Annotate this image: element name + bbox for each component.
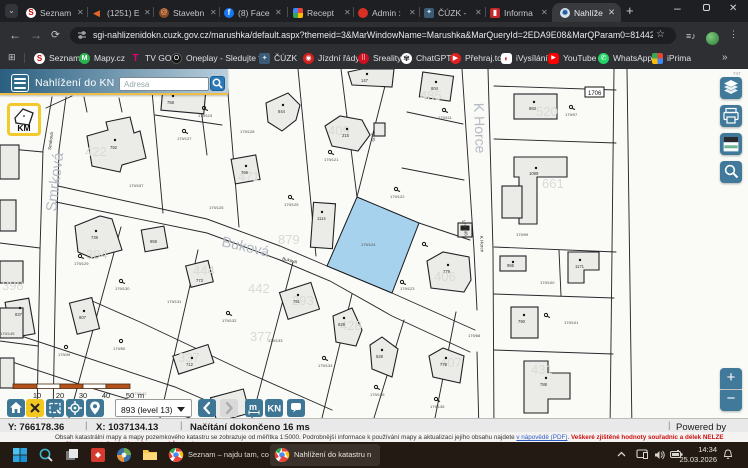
svg-text:179/121: 179/121 — [324, 157, 339, 162]
svg-text:791: 791 — [293, 299, 301, 304]
svg-text:179/145: 179/145 — [0, 331, 15, 336]
svg-text:442: 442 — [248, 281, 270, 296]
svg-text:179/50: 179/50 — [113, 346, 126, 351]
svg-text:828: 828 — [376, 354, 384, 359]
svg-text:179/127: 179/127 — [177, 136, 192, 141]
svg-text:147: 147 — [361, 78, 369, 83]
svg-text:959: 959 — [150, 239, 158, 244]
svg-text:766: 766 — [241, 170, 249, 175]
svg-text:807: 807 — [79, 315, 87, 320]
svg-text:179/122: 179/122 — [390, 194, 405, 199]
svg-text:179/129: 179/129 — [74, 261, 89, 266]
svg-text:179/126: 179/126 — [209, 205, 224, 210]
svg-text:1171: 1171 — [575, 264, 585, 269]
svg-text:661: 661 — [542, 176, 564, 191]
svg-text:394: 394 — [86, 247, 108, 262]
svg-text:804: 804 — [431, 86, 439, 91]
svg-text:179/125: 179/125 — [284, 202, 299, 207]
svg-text:179/135: 179/135 — [370, 392, 385, 397]
svg-text:520: 520 — [536, 104, 558, 119]
svg-text:712: 712 — [186, 362, 194, 367]
svg-text:179/134: 179/134 — [318, 363, 333, 368]
svg-text:179/101: 179/101 — [564, 320, 579, 325]
svg-text:K Horce: K Horce — [471, 103, 489, 154]
svg-text:1099: 1099 — [529, 171, 539, 176]
svg-text:179/111: 179/111 — [438, 115, 453, 120]
svg-text:431: 431 — [531, 362, 553, 377]
svg-text:179/99: 179/99 — [516, 232, 529, 237]
svg-text:179/128: 179/128 — [240, 129, 255, 134]
svg-text:179/68: 179/68 — [468, 333, 481, 338]
svg-text:179/136: 179/136 — [430, 404, 445, 409]
svg-text:844: 844 — [278, 109, 286, 114]
svg-text:883: 883 — [529, 106, 537, 111]
svg-text:179/157: 179/157 — [129, 183, 144, 188]
svg-text:444: 444 — [193, 263, 215, 278]
svg-text:739: 739 — [91, 235, 99, 240]
svg-text:1706: 1706 — [588, 91, 602, 97]
svg-text:215: 215 — [342, 133, 350, 138]
svg-text:790: 790 — [518, 319, 526, 324]
svg-text:179/49: 179/49 — [58, 352, 71, 357]
svg-text:179/124: 179/124 — [361, 242, 376, 247]
svg-text:778: 778 — [440, 362, 448, 367]
svg-text:879: 879 — [278, 232, 300, 247]
svg-text:792: 792 — [110, 145, 118, 150]
svg-text:747: 747 — [733, 71, 741, 76]
svg-text:179/97: 179/97 — [565, 112, 578, 117]
svg-text:179/133: 179/133 — [268, 338, 283, 343]
svg-text:179/132: 179/132 — [222, 318, 237, 323]
svg-text:KN: KN — [267, 404, 281, 415]
svg-text:422: 422 — [85, 144, 107, 159]
svg-text:179/131: 179/131 — [167, 299, 182, 304]
svg-text:K Horce: K Horce — [479, 236, 485, 253]
svg-text:779: 779 — [443, 269, 451, 274]
svg-text:179/130: 179/130 — [115, 286, 130, 291]
svg-text:m: m — [249, 402, 257, 412]
svg-text:179/119: 179/119 — [198, 113, 213, 118]
svg-text:788: 788 — [540, 382, 548, 387]
svg-text:398: 398 — [2, 278, 24, 293]
svg-text:829: 829 — [338, 322, 346, 327]
svg-text:758: 758 — [167, 100, 175, 105]
svg-text:1114: 1114 — [317, 216, 326, 221]
svg-text:837: 837 — [15, 312, 23, 317]
svg-text:179/100: 179/100 — [540, 280, 555, 285]
svg-text:179/123: 179/123 — [400, 286, 415, 291]
svg-text:773: 773 — [196, 278, 204, 283]
svg-text:955: 955 — [507, 263, 515, 268]
